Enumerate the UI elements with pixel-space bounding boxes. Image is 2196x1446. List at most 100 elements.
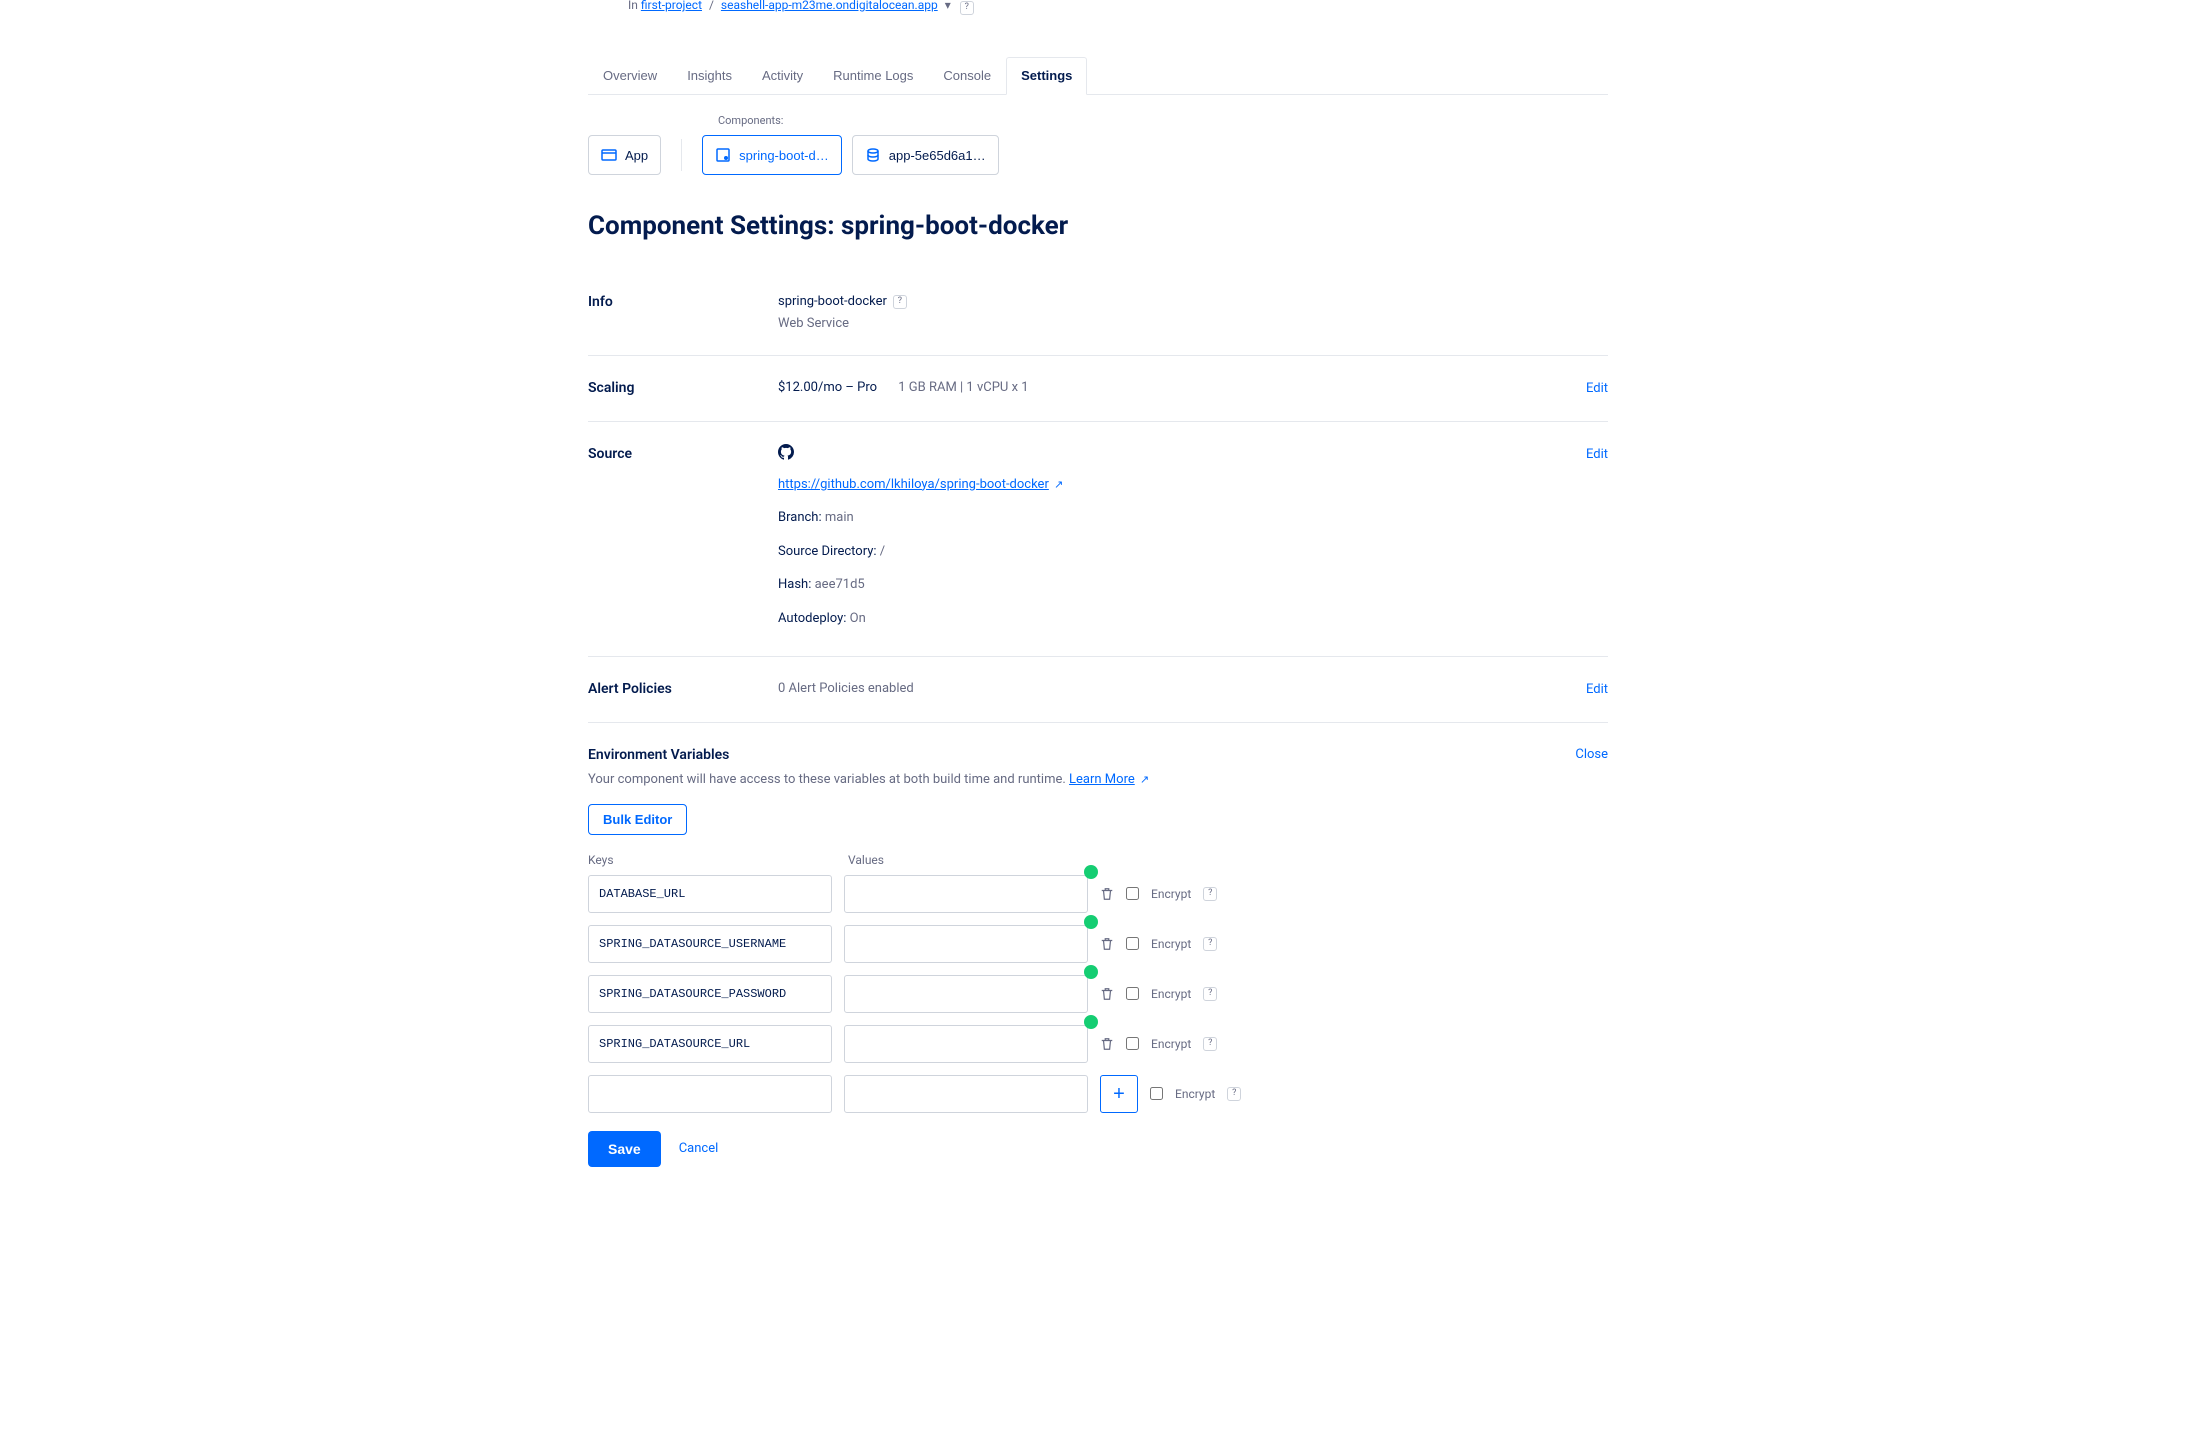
tab-insights[interactable]: Insights — [672, 57, 747, 94]
section-alerts: Alert Policies 0 Alert Policies enabled … — [588, 657, 1608, 723]
chip-spring-label: spring-boot-d… — [739, 148, 829, 163]
values-header: Values — [848, 851, 1092, 869]
env-label: Environment Variables — [588, 745, 778, 766]
autodeploy-key: Autodeploy: — [778, 611, 846, 626]
encrypt-label: Encrypt — [1151, 1035, 1191, 1053]
database-icon — [865, 147, 881, 163]
alerts-edit[interactable]: Edit — [1586, 682, 1608, 697]
alerts-label: Alert Policies — [588, 679, 778, 700]
scaling-price: $12.00/mo – Pro — [778, 378, 877, 398]
help-icon[interactable]: ? — [1203, 937, 1217, 951]
info-help-icon[interactable]: ? — [893, 295, 907, 309]
env-key-input[interactable] — [588, 925, 832, 963]
env-key-input[interactable] — [588, 875, 832, 913]
breadcrumb-app-url[interactable]: seashell-app-m23me.ondigitalocean.app — [721, 0, 938, 12]
page-title: Component Settings: spring-boot-docker — [588, 207, 1608, 246]
github-icon — [778, 449, 794, 464]
tab-console[interactable]: Console — [928, 57, 1006, 94]
tab-activity[interactable]: Activity — [747, 57, 818, 94]
breadcrumb-prefix: In — [628, 0, 638, 12]
trash-icon[interactable] — [1100, 1037, 1114, 1051]
source-url[interactable]: https://github.com/lkhiloya/spring-boot-… — [778, 477, 1049, 492]
env-key-input[interactable] — [588, 1025, 832, 1063]
keys-header: Keys — [588, 851, 832, 869]
add-env-var-button[interactable]: + — [1100, 1075, 1138, 1113]
trash-icon[interactable] — [1100, 987, 1114, 1001]
chip-spring[interactable]: spring-boot-d… — [702, 135, 842, 175]
breadcrumb: In first-project / seashell-app-m23me.on… — [628, 0, 1608, 15]
grammarly-icon — [1084, 965, 1098, 979]
encrypt-label: Encrypt — [1151, 985, 1191, 1003]
tabs: Overview Insights Activity Runtime Logs … — [588, 57, 1608, 95]
breadcrumb-help-icon[interactable]: ? — [960, 1, 974, 15]
tab-runtime-logs[interactable]: Runtime Logs — [818, 57, 928, 94]
save-button[interactable]: Save — [588, 1131, 661, 1167]
env-value-input[interactable] — [844, 875, 1088, 913]
section-info: Info spring-boot-docker ? Web Service — [588, 270, 1608, 356]
srcdir-key: Source Directory: — [778, 544, 877, 559]
srcdir-val: / — [880, 544, 885, 559]
encrypt-checkbox[interactable] — [1126, 987, 1139, 1000]
tab-settings[interactable]: Settings — [1006, 57, 1087, 95]
section-source: Source https://github.com/lkhiloya/sprin… — [588, 422, 1608, 657]
hash-val: aee71d5 — [815, 577, 865, 592]
service-icon — [715, 147, 731, 163]
env-row: +Encrypt? — [588, 1075, 1608, 1113]
env-key-input[interactable] — [588, 975, 832, 1013]
help-icon[interactable]: ? — [1203, 1037, 1217, 1051]
bulk-editor-button[interactable]: Bulk Editor — [588, 804, 687, 835]
chip-divider — [681, 139, 682, 171]
scaling-spec: 1 GB RAM | 1 vCPU x 1 — [898, 380, 1028, 395]
hash-key: Hash: — [778, 577, 811, 592]
breadcrumb-sep: / — [709, 0, 714, 12]
env-desc: Your component will have access to these… — [588, 772, 1069, 787]
env-value-input[interactable] — [844, 925, 1088, 963]
external-link-icon-2: ↗ — [1140, 773, 1149, 786]
env-value-input[interactable] — [844, 1025, 1088, 1063]
chip-db[interactable]: app-5e65d6a1… — [852, 135, 999, 175]
encrypt-checkbox[interactable] — [1126, 887, 1139, 900]
help-icon[interactable]: ? — [1203, 987, 1217, 1001]
info-label: Info — [588, 292, 778, 333]
scaling-edit[interactable]: Edit — [1586, 381, 1608, 396]
scaling-label: Scaling — [588, 378, 778, 399]
cancel-link[interactable]: Cancel — [679, 1139, 719, 1159]
chip-app-label: App — [625, 148, 648, 163]
alerts-value: 0 Alert Policies enabled — [778, 681, 914, 696]
external-link-icon: ↗ — [1054, 478, 1063, 491]
source-label: Source — [588, 444, 778, 634]
chip-app[interactable]: App — [588, 135, 661, 175]
tab-overview[interactable]: Overview — [588, 57, 672, 94]
trash-icon[interactable] — [1100, 937, 1114, 951]
env-row: Encrypt? — [588, 1025, 1608, 1063]
breadcrumb-chevron[interactable]: ▾ — [945, 0, 951, 12]
encrypt-label: Encrypt — [1151, 885, 1191, 903]
encrypt-checkbox[interactable] — [1150, 1087, 1163, 1100]
encrypt-checkbox[interactable] — [1126, 937, 1139, 950]
env-learn-more[interactable]: Learn More — [1069, 772, 1135, 787]
env-value-input[interactable] — [844, 975, 1088, 1013]
env-row: Encrypt? — [588, 875, 1608, 913]
breadcrumb-project-link[interactable]: first-project — [641, 0, 702, 12]
kv-headers: Keys Values — [588, 851, 1608, 869]
help-icon[interactable]: ? — [1227, 1087, 1241, 1101]
env-close[interactable]: Close — [1575, 745, 1608, 765]
grammarly-icon — [1084, 1015, 1098, 1029]
grammarly-icon — [1084, 915, 1098, 929]
env-value-input[interactable] — [844, 1075, 1088, 1113]
info-type: Web Service — [778, 314, 1548, 334]
source-edit[interactable]: Edit — [1586, 447, 1608, 462]
components-label: Components: — [718, 113, 1608, 130]
info-name: spring-boot-docker — [778, 292, 887, 312]
section-env: Environment Variables Close Your compone… — [588, 723, 1608, 1189]
env-row: Encrypt? — [588, 925, 1608, 963]
encrypt-label: Encrypt — [1151, 935, 1191, 953]
autodeploy-val: On — [850, 611, 866, 626]
chip-db-label: app-5e65d6a1… — [889, 148, 986, 163]
encrypt-checkbox[interactable] — [1126, 1037, 1139, 1050]
env-key-input[interactable] — [588, 1075, 832, 1113]
app-icon — [601, 147, 617, 163]
env-row: Encrypt? — [588, 975, 1608, 1013]
help-icon[interactable]: ? — [1203, 887, 1217, 901]
trash-icon[interactable] — [1100, 887, 1114, 901]
